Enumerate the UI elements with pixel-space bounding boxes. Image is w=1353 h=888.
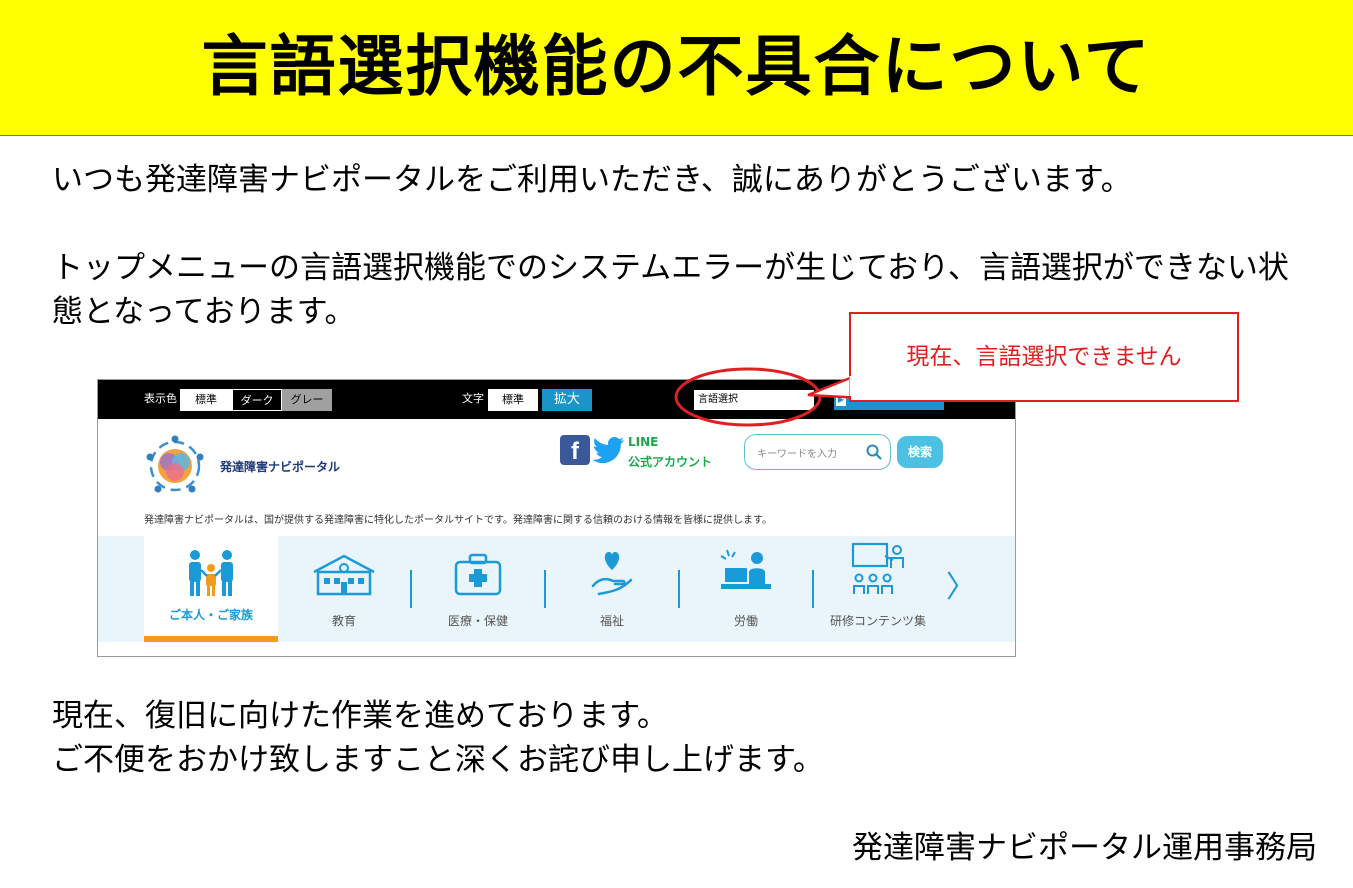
portal-logo-icon (146, 435, 204, 493)
display-color-label-text: 表示色 (144, 392, 177, 405)
paragraph-issue-line1: トップメニューの言語選択機能でのシステムエラーが生じており、言語選択ができない状 (52, 250, 1289, 286)
signature: 発達障害ナビポータル運用事務局 (852, 830, 1317, 866)
play-icon: ▶ (836, 394, 846, 406)
category-nav: ご本人・ご家族 教育 医療・保健 福祉 労働 研修コンテンツ集 〉 (98, 536, 1015, 642)
nav-label: 医療・保健 (447, 614, 508, 628)
search-placeholder: キーワードを入力 (757, 449, 837, 460)
paragraph-recovery-line1: 現在、復旧に向けた作業を進めております。 (52, 698, 668, 734)
twitter-icon[interactable] (592, 435, 626, 465)
chevron-right-icon[interactable]: 〉 (946, 568, 976, 608)
nav-label: 福祉 (599, 614, 624, 628)
callout-text: 現在、言語選択できません (906, 344, 1182, 370)
work-icon (720, 549, 771, 589)
nav-label: ご本人・ご家族 (168, 608, 253, 622)
text-size-label: 文字 (462, 392, 484, 405)
nav-label: 労働 (733, 614, 758, 628)
nav-item-medical[interactable]: 医療・保健 (412, 536, 544, 642)
family-icon (189, 550, 233, 596)
line-label: LINE (628, 435, 659, 449)
medical-kit-icon (454, 553, 502, 596)
nav-item-education[interactable]: 教育 (278, 536, 410, 642)
facebook-icon[interactable]: f (560, 435, 590, 465)
school-icon (313, 554, 375, 596)
training-icon (851, 542, 904, 594)
title-band: 言語選択機能の不具合について (0, 0, 1353, 136)
search-button[interactable]: 検索 (897, 436, 943, 468)
site-name: 発達障害ナビポータル (220, 460, 341, 474)
nav-item-family[interactable]: ご本人・ご家族 (144, 536, 278, 642)
site-screenshot: 表示色 標準 ダーク グレー 文字 標準 拡大 言語選択 ▶ 発達障害ナビポータ… (97, 379, 1016, 657)
error-callout: 現在、言語選択できません (849, 312, 1239, 402)
search-input[interactable]: キーワードを入力 (744, 434, 891, 470)
nav-label: 教育 (331, 614, 356, 628)
text-standard-button[interactable]: 標準 (488, 389, 538, 411)
display-dark-button[interactable]: ダーク (232, 389, 282, 411)
display-grey-button[interactable]: グレー (282, 389, 332, 411)
text-enlarge-button[interactable]: 拡大 (542, 389, 592, 411)
paragraph-apology-line2: ご不便をおかけ致しますこと深くお詫び申し上げます。 (52, 742, 824, 778)
search-icon (866, 444, 882, 460)
nav-label: 研修コンテンツ集 (829, 614, 926, 628)
heart-hand-icon (591, 552, 633, 596)
paragraph-issue-line2: 態となっております。 (52, 294, 356, 330)
line-official-link[interactable]: LINE 公式アカウント (628, 432, 712, 472)
site-description: 発達障害ナビポータルは、国が提供する発達障害に特化したポータルサイトです。発達障… (144, 515, 772, 526)
nav-item-work[interactable]: 労働 (680, 536, 812, 642)
paragraph-greeting: いつも発達障害ナビポータルをご利用いただき、誠にありがとうございます。 (52, 162, 1132, 198)
nav-item-welfare[interactable]: 福祉 (546, 536, 678, 642)
nav-item-training[interactable]: 研修コンテンツ集 (814, 536, 942, 642)
display-standard-button[interactable]: 標準 (180, 389, 232, 411)
language-select[interactable]: 言語選択 (694, 390, 814, 410)
slide-title: 言語選択機能の不具合について (201, 28, 1152, 105)
line-official-label: 公式アカウント (628, 455, 713, 469)
